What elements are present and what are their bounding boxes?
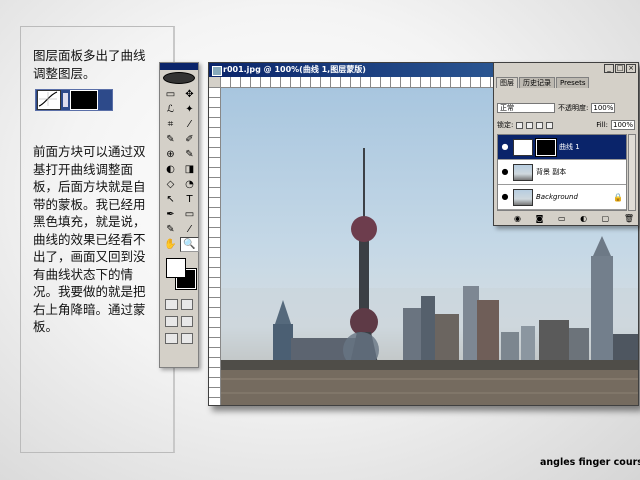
layer-mask-thumbnail[interactable] xyxy=(535,137,557,157)
layer-name: Background xyxy=(536,193,578,201)
new-adjustment-layer-icon[interactable]: ◐ xyxy=(580,214,587,223)
eye-logo-icon xyxy=(163,72,195,84)
layers-palette: _ □ × 图层 历史记录 Presets 正常 不透明度: 100% 锁定: … xyxy=(493,62,639,226)
quick-mask-button[interactable] xyxy=(180,299,193,310)
opacity-input[interactable]: 100% xyxy=(591,103,616,113)
screen-mode-standard-button[interactable] xyxy=(165,316,178,327)
tab-history[interactable]: 历史记录 xyxy=(519,77,555,88)
curve-layer-chip xyxy=(35,89,113,111)
note-line-2: 前面方块可以通过双基打开曲线调整面板，后面方块就是自带的蒙板。我已经用黑色填充，… xyxy=(33,144,146,334)
add-mask-icon[interactable]: ◙ xyxy=(536,214,544,223)
shape-tool[interactable]: ▭ xyxy=(180,207,199,222)
blend-opacity-row: 正常 不透明度: 100% xyxy=(497,102,635,114)
blend-mode-select[interactable]: 正常 xyxy=(497,103,555,113)
mask-mode-row xyxy=(160,296,198,313)
note-panel: 图层面板多出了曲线调整图层。 前面方块可以通过双基打开曲线调整面板，后面方块就是… xyxy=(20,26,175,453)
lock-image-checkbox[interactable] xyxy=(526,121,534,129)
lock-transparency-checkbox[interactable] xyxy=(516,121,524,129)
marquee-tool[interactable]: ▭ xyxy=(161,87,180,102)
curves-adjustment-icon[interactable] xyxy=(513,138,533,156)
jump-extra-button[interactable] xyxy=(180,333,193,344)
document-icon xyxy=(212,66,222,76)
screen-mode-row xyxy=(160,313,198,330)
note-line-1: 图层面板多出了曲线调整图层。 xyxy=(33,48,146,81)
healing-brush-tool[interactable]: ✎ xyxy=(161,132,180,147)
layer-row-background[interactable]: ● Background 🔒 xyxy=(498,185,626,210)
magic-wand-tool[interactable]: ✦ xyxy=(180,102,199,117)
lock-label: 锁定: xyxy=(497,121,514,129)
layer-style-icon[interactable]: ◉ xyxy=(514,214,521,223)
vertical-ruler[interactable] xyxy=(209,87,221,405)
layer-visibility-eye-icon[interactable]: ● xyxy=(500,142,510,152)
tool-grid: ▭ ✥ ℒ ✦ ⌗ ⁄ ✎ ✐ ⊕ ✎ ◐ ◨ ◇ ◔ ↖ T ✒ ▭ ✎ ⁄ … xyxy=(160,86,199,252)
layer-list: ● 曲线 1 ● 背景 副本 ● Background 🔒 xyxy=(497,134,627,211)
layer-name: 背景 副本 xyxy=(536,168,567,176)
photoshop-eye-logo[interactable] xyxy=(160,70,198,86)
trash-icon[interactable]: 🗑 xyxy=(624,214,634,223)
eraser-tool[interactable]: ◐ xyxy=(161,162,180,177)
type-tool[interactable]: T xyxy=(180,192,199,207)
notes-tool[interactable]: ✎ xyxy=(161,222,180,237)
screen-mode-full-button[interactable] xyxy=(180,316,193,327)
layer-row-background-copy[interactable]: ● 背景 副本 xyxy=(498,160,626,185)
layer-mask-thumbnail xyxy=(70,90,98,110)
standard-mode-button[interactable] xyxy=(165,299,178,310)
new-set-icon[interactable]: ▭ xyxy=(558,214,566,223)
close-button[interactable]: × xyxy=(626,64,636,73)
palette-window-buttons: _ □ × xyxy=(604,64,636,73)
course-credit: angles finger course xyxy=(540,457,640,468)
clone-stamp-tool[interactable]: ⊕ xyxy=(161,147,180,162)
minimize-button[interactable]: _ xyxy=(604,64,614,73)
lock-fill-row: 锁定: Fill: 100% xyxy=(497,119,635,131)
color-swatches xyxy=(160,256,198,296)
toolbox-titlebar[interactable] xyxy=(160,63,198,70)
foreground-color-swatch[interactable] xyxy=(166,258,186,278)
chain-link-icon xyxy=(63,93,68,107)
brush-tool[interactable]: ✐ xyxy=(180,132,199,147)
gradient-tool[interactable]: ◨ xyxy=(180,162,199,177)
move-tool[interactable]: ✥ xyxy=(180,87,199,102)
zoom-tool[interactable]: 🔍 xyxy=(180,237,199,252)
lasso-tool[interactable]: ℒ xyxy=(161,102,180,117)
blur-tool[interactable]: ◇ xyxy=(161,177,180,192)
new-layer-icon[interactable]: ▢ xyxy=(602,214,610,223)
eyedropper-tool[interactable]: ⁄ xyxy=(180,222,199,237)
curves-adjustment-icon xyxy=(37,90,61,110)
slice-tool[interactable]: ⁄ xyxy=(180,117,199,132)
crop-tool[interactable]: ⌗ xyxy=(161,117,180,132)
palette-bottom-bar: ◉ ◙ ▭ ◐ ▢ 🗑 xyxy=(514,213,634,223)
lock-position-checkbox[interactable] xyxy=(536,121,544,129)
palette-tabs: 图层 历史记录 Presets xyxy=(496,77,636,88)
layer-name: 曲线 1 xyxy=(559,143,580,151)
maximize-button[interactable]: □ xyxy=(615,64,625,73)
lock-all-checkbox[interactable] xyxy=(546,121,554,129)
layer-visibility-eye-icon[interactable]: ● xyxy=(500,167,510,177)
layer-thumbnail xyxy=(513,163,533,181)
tab-layers[interactable]: 图层 xyxy=(496,77,518,88)
pen-tool[interactable]: ✒ xyxy=(161,207,180,222)
toolbox: ▭ ✥ ℒ ✦ ⌗ ⁄ ✎ ✐ ⊕ ✎ ◐ ◨ ◇ ◔ ↖ T ✒ ▭ ✎ ⁄ … xyxy=(159,62,199,368)
layer-row-curves[interactable]: ● 曲线 1 xyxy=(498,135,626,160)
layer-list-scrollbar[interactable] xyxy=(628,134,636,211)
jump-to-imageready-button[interactable] xyxy=(165,333,178,344)
lock-icon: 🔒 xyxy=(613,192,623,202)
document-title: r001.jpg @ 100%(曲线 1,图层蒙版) xyxy=(223,65,366,74)
fill-label: Fill: xyxy=(596,121,608,129)
jump-row xyxy=(160,330,198,347)
dodge-tool[interactable]: ◔ xyxy=(180,177,199,192)
path-selection-tool[interactable]: ↖ xyxy=(161,192,180,207)
hand-tool[interactable]: ✋ xyxy=(161,237,180,252)
history-brush-tool[interactable]: ✎ xyxy=(180,147,199,162)
fill-input[interactable]: 100% xyxy=(611,120,635,130)
tab-presets[interactable]: Presets xyxy=(556,77,590,88)
opacity-label: 不透明度: xyxy=(558,104,589,112)
layer-visibility-eye-icon[interactable]: ● xyxy=(500,192,510,202)
layer-thumbnail xyxy=(513,188,533,206)
